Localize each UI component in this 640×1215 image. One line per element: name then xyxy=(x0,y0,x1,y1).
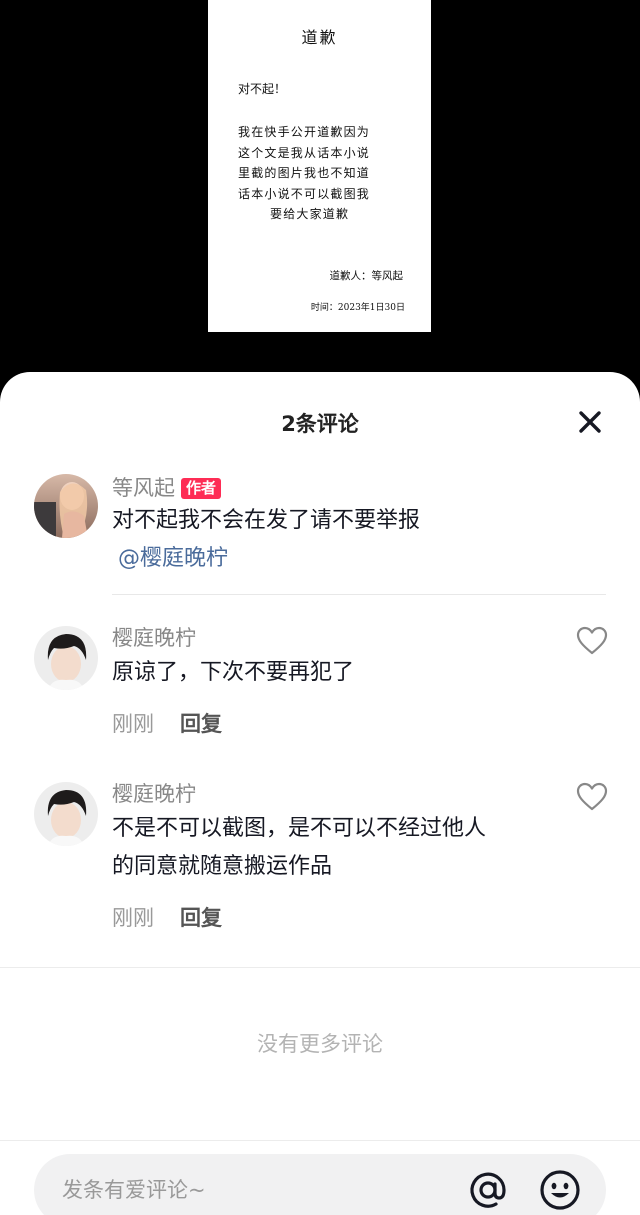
like-button[interactable] xyxy=(576,782,608,812)
comment-text-line: 对不起我不会在发了请不要举报 xyxy=(112,508,421,533)
comment-author-name[interactable]: 樱庭晚柠 xyxy=(112,778,196,808)
mention-button[interactable] xyxy=(466,1168,510,1212)
comment-text: 对不起我不会在发了请不要举报 @樱庭晚柠 xyxy=(112,502,552,578)
comment-text: 原谅了，下次不要再犯了 xyxy=(112,660,355,685)
letter-signature: 道歉人：等风起 xyxy=(329,270,404,282)
comment-time: 刚刚 xyxy=(112,906,154,930)
comment-text-line: 的同意就随意搬运作品 xyxy=(112,854,333,879)
author-badge: 作者 xyxy=(181,478,222,499)
comment-time: 刚刚 xyxy=(112,712,154,736)
letter-line: 要给大家道歉 xyxy=(270,207,350,221)
avatar[interactable] xyxy=(34,626,98,690)
apology-letter-image: 道歉 对不起！ 我在快手公开道歉因为 这个文是我从话本小说 里截的图片我也不知道… xyxy=(208,0,431,332)
avatar-user-image xyxy=(34,626,98,690)
reply-button[interactable]: 回复 xyxy=(180,906,222,930)
letter-line: 里截的图片我也不知道 xyxy=(238,166,371,180)
media-viewer[interactable]: 道歉 对不起！ 我在快手公开道歉因为 这个文是我从话本小说 里截的图片我也不知道… xyxy=(0,0,640,380)
avatar[interactable] xyxy=(34,474,98,538)
emoji-icon xyxy=(540,1170,580,1210)
comment-meta: 刚刚 回复 xyxy=(112,708,222,738)
divider xyxy=(0,967,640,968)
letter-body: 我在快手公开道歉因为 这个文是我从话本小说 里截的图片我也不知道 话本小说不可以… xyxy=(238,122,408,225)
comment-input-placeholder[interactable]: 发条有爱评论~ xyxy=(62,1174,206,1204)
comment-author[interactable]: 等风起 作者 xyxy=(112,472,222,502)
avatar[interactable] xyxy=(34,782,98,846)
letter-title: 道歉 xyxy=(301,28,338,47)
heart-icon xyxy=(576,626,608,655)
comment-author-name: 等风起 xyxy=(112,476,175,500)
reply-button[interactable]: 回复 xyxy=(180,712,222,736)
divider xyxy=(112,594,606,595)
letter-date: 时间：2023年1日30日 xyxy=(310,303,405,313)
emoji-button[interactable] xyxy=(538,1168,582,1212)
comment-sheet: 2条评论 等风起 作者 对不起我不会在发了请不要举报 @樱庭晚柠 樱庭晚柠 原谅… xyxy=(0,372,640,1215)
at-icon xyxy=(470,1172,506,1208)
letter-line: 我在快手公开道歉因为 xyxy=(238,125,371,139)
close-icon xyxy=(579,411,601,433)
letter-greeting: 对不起！ xyxy=(238,82,287,96)
divider xyxy=(0,1140,640,1141)
comment-meta: 刚刚 回复 xyxy=(112,902,222,932)
comment-count-title: 2条评论 xyxy=(281,412,359,436)
comment-sheet-header: 2条评论 xyxy=(0,372,640,468)
heart-icon xyxy=(576,782,608,811)
letter-line: 这个文是我从话本小说 xyxy=(238,145,371,160)
like-button[interactable] xyxy=(576,626,608,656)
comment-item[interactable]: 等风起 作者 对不起我不会在发了请不要举报 @樱庭晚柠 xyxy=(0,468,640,598)
comment-author-name[interactable]: 樱庭晚柠 xyxy=(112,622,196,652)
avatar-user-image xyxy=(34,782,98,846)
letter-line: 话本小说不可以截图我 xyxy=(238,186,371,201)
comment-text: 不是不可以截图，是不可以不经过他人 的同意就随意搬运作品 xyxy=(112,810,552,886)
comment-item[interactable]: 樱庭晚柠 不是不可以截图，是不可以不经过他人 的同意就随意搬运作品 刚刚 回复 xyxy=(0,778,640,938)
no-more-comments: 没有更多评论 xyxy=(257,1032,383,1056)
comment-text-line: 不是不可以截图，是不可以不经过他人 xyxy=(112,816,487,841)
avatar-author-image xyxy=(34,474,98,538)
comment-item[interactable]: 樱庭晚柠 原谅了，下次不要再犯了 刚刚 回复 xyxy=(0,622,640,742)
close-button[interactable] xyxy=(578,410,602,434)
comment-input-bar[interactable]: 发条有爱评论~ xyxy=(34,1154,606,1215)
mention-link[interactable]: @樱庭晚柠 xyxy=(112,540,552,578)
